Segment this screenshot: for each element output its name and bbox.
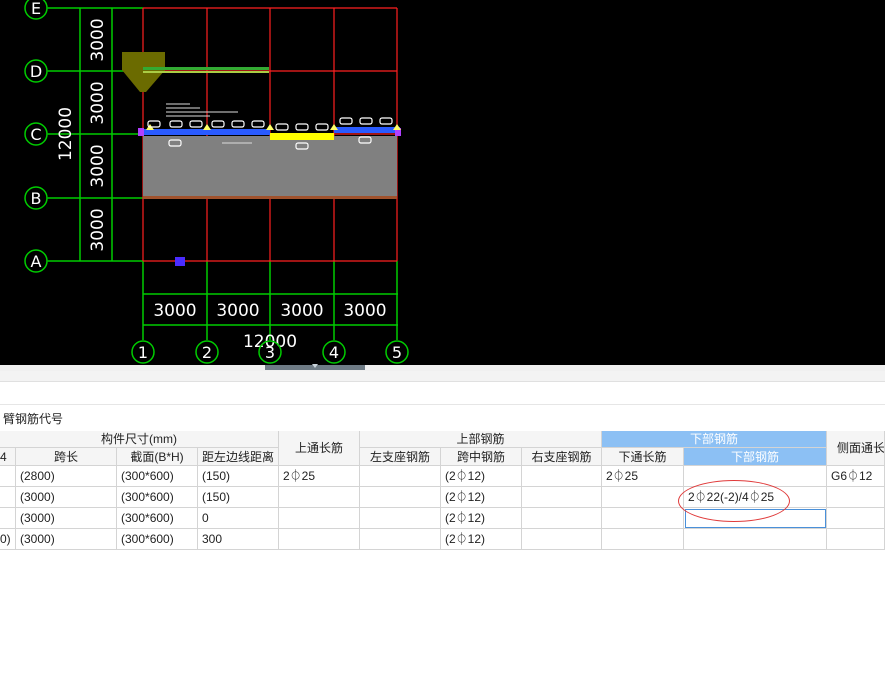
header-right-support[interactable]: 右支座钢筋 bbox=[522, 448, 602, 466]
header-span[interactable]: 跨长 bbox=[16, 448, 117, 466]
header-top-rebar-group: 上部钢筋 bbox=[360, 431, 602, 448]
row-span-label: 3000 bbox=[88, 144, 108, 187]
annotation-ellipse bbox=[678, 480, 790, 522]
cell-top-long[interactable]: 2⏀25 bbox=[279, 466, 360, 487]
axis-label-2: 2 bbox=[202, 343, 212, 362]
header-bottom-long[interactable]: 下通长筋 bbox=[602, 448, 684, 466]
cell-distance[interactable]: 0 bbox=[198, 508, 279, 529]
cell-section[interactable]: (300*600) bbox=[117, 466, 198, 487]
header-section[interactable]: 截面(B*H) bbox=[117, 448, 198, 466]
cell-left-support[interactable] bbox=[360, 466, 441, 487]
header-size-group: 构件尺寸(mm) bbox=[0, 431, 279, 448]
panel-strip bbox=[0, 382, 885, 405]
cell-bottom-long[interactable]: 2⏀25 bbox=[602, 466, 684, 487]
axis-label-1: 1 bbox=[138, 343, 148, 362]
col-span-label: 3000 bbox=[343, 301, 386, 321]
cell-side-long[interactable] bbox=[827, 508, 885, 529]
cell-span[interactable]: (2800) bbox=[16, 466, 117, 487]
cell-bottom-long[interactable] bbox=[602, 508, 684, 529]
cell-left-support[interactable] bbox=[360, 508, 441, 529]
cell-span[interactable]: (3000) bbox=[16, 529, 117, 550]
header-bottom-rebar[interactable]: 下部钢筋 bbox=[684, 448, 827, 466]
panel-title: 臂钢筋代号 bbox=[3, 412, 64, 426]
axis-label-4: 4 bbox=[329, 343, 339, 362]
support-triangle bbox=[203, 124, 211, 130]
header-left-support[interactable]: 左支座钢筋 bbox=[360, 448, 441, 466]
cell-bottom-long[interactable] bbox=[602, 487, 684, 508]
cell-section[interactable]: (300*600) bbox=[117, 529, 198, 550]
cell-index[interactable]: 0) bbox=[0, 529, 16, 550]
cell-mid-span[interactable]: (2⏀12) bbox=[441, 529, 522, 550]
splitter-handle[interactable] bbox=[265, 364, 365, 370]
panel-toolbar bbox=[0, 371, 885, 382]
cell-left-support[interactable] bbox=[360, 487, 441, 508]
beam-end-marker bbox=[138, 128, 144, 136]
cell-index[interactable] bbox=[0, 466, 16, 487]
axis-label-5: 5 bbox=[392, 343, 402, 362]
col-span-label: 3000 bbox=[216, 301, 259, 321]
cell-mid-span[interactable]: (2⏀12) bbox=[441, 466, 522, 487]
cell-right-support[interactable] bbox=[522, 529, 602, 550]
cell-left-support[interactable] bbox=[360, 529, 441, 550]
beam-d-axis[interactable] bbox=[143, 67, 269, 70]
axis-label-E: E bbox=[31, 0, 41, 18]
cell-mid-span[interactable]: (2⏀12) bbox=[441, 487, 522, 508]
cell-section[interactable]: (300*600) bbox=[117, 487, 198, 508]
cell-span[interactable]: (3000) bbox=[16, 508, 117, 529]
header-side-long[interactable]: 侧面通长 bbox=[827, 431, 885, 466]
beam-c-span-3-selected[interactable] bbox=[270, 133, 334, 140]
panel-title-row: 臂钢筋代号 bbox=[0, 405, 885, 431]
cell-span[interactable]: (3000) bbox=[16, 487, 117, 508]
axis-label-3: 3 bbox=[265, 343, 275, 362]
cell-distance[interactable]: (150) bbox=[198, 466, 279, 487]
cell-top-long[interactable] bbox=[279, 508, 360, 529]
cell-side-long[interactable] bbox=[827, 529, 885, 550]
cell-right-support[interactable] bbox=[522, 466, 602, 487]
cell-top-long[interactable] bbox=[279, 487, 360, 508]
cell-index[interactable] bbox=[0, 508, 16, 529]
cell-index[interactable] bbox=[0, 487, 16, 508]
col-span-label: 3000 bbox=[153, 301, 196, 321]
cell-section[interactable]: (300*600) bbox=[117, 508, 198, 529]
header-mid-span[interactable]: 跨中钢筋 bbox=[441, 448, 522, 466]
col-span-label: 3000 bbox=[280, 301, 323, 321]
row-span-label: 3000 bbox=[88, 208, 108, 251]
header-col-index[interactable]: 4 bbox=[0, 448, 16, 466]
cell-top-long[interactable] bbox=[279, 529, 360, 550]
cell-right-support[interactable] bbox=[522, 508, 602, 529]
header-distance[interactable]: 距左边线距离 bbox=[198, 448, 279, 466]
beam-d-axis-outline bbox=[143, 71, 269, 73]
cell-mid-span[interactable]: (2⏀12) bbox=[441, 508, 522, 529]
cell-right-support[interactable] bbox=[522, 487, 602, 508]
axis-label-B: B bbox=[31, 189, 42, 208]
svg-text:12000: 12000 bbox=[56, 107, 76, 161]
axis-label-A: A bbox=[31, 252, 42, 271]
cell-distance[interactable]: 300 bbox=[198, 529, 279, 550]
row-span-label: 3000 bbox=[88, 81, 108, 124]
slab-edge bbox=[143, 196, 397, 199]
support-triangle bbox=[266, 124, 274, 130]
header-bottom-rebar-group: 下部钢筋 bbox=[602, 431, 827, 448]
row-span-label: 3000 bbox=[88, 18, 108, 61]
header-top-long[interactable]: 上通长筋 bbox=[279, 431, 360, 466]
cell-side-long[interactable] bbox=[827, 487, 885, 508]
axis-label-D: D bbox=[30, 62, 42, 81]
beam-c-span-4[interactable] bbox=[334, 127, 400, 133]
cell-side-long[interactable]: G6⏀12 bbox=[827, 466, 885, 487]
axis-label-C: C bbox=[30, 125, 41, 144]
cell-distance[interactable]: (150) bbox=[198, 487, 279, 508]
cell-bottom-long[interactable] bbox=[602, 529, 684, 550]
column-marker[interactable] bbox=[175, 257, 185, 266]
cad-drawing-canvas[interactable]: 3000 3000 3000 3000 12000 3000 3000 3000… bbox=[0, 0, 885, 365]
cell-bottom-rebar[interactable] bbox=[684, 529, 827, 550]
